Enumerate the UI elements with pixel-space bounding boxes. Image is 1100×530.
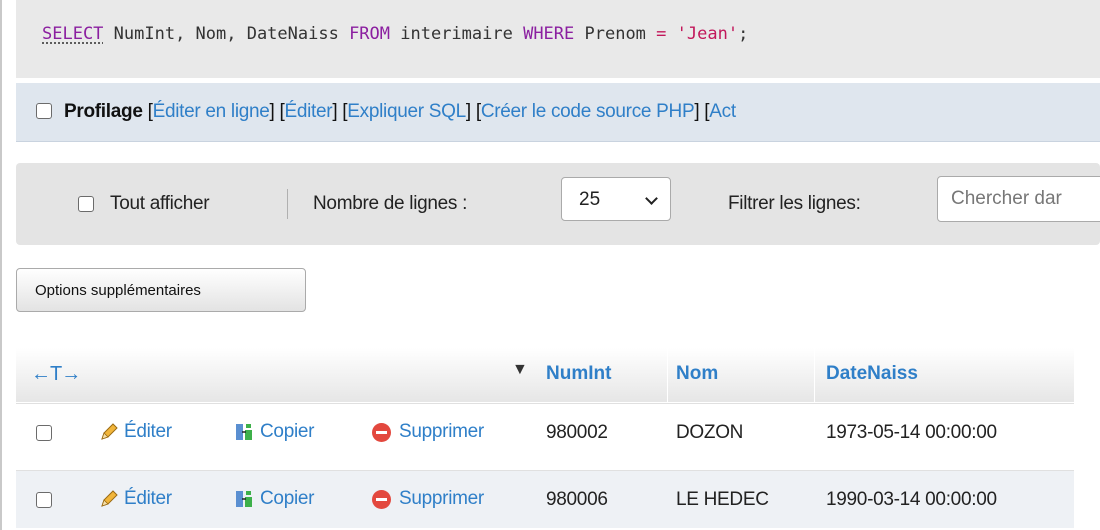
show-all-checkbox[interactable] bbox=[78, 196, 94, 212]
row-edit-action[interactable]: Éditer bbox=[98, 421, 172, 443]
filter-rows-label: Filtrer les lignes: bbox=[728, 193, 861, 214]
delete-icon bbox=[372, 489, 391, 509]
nav-separator bbox=[287, 189, 288, 219]
profiling-checkbox[interactable] bbox=[36, 103, 52, 119]
navigation-bar: Tout afficher Nombre de lignes : 25 Filt… bbox=[16, 163, 1100, 245]
copy-icon bbox=[236, 491, 252, 507]
row-copy-action[interactable]: Copier bbox=[233, 421, 314, 443]
column-header-datenaiss[interactable]: DateNaiss bbox=[826, 363, 918, 385]
sql-operator: = bbox=[656, 24, 667, 44]
chevron-down-icon bbox=[645, 192, 658, 205]
delete-label: Supprimer bbox=[399, 488, 484, 509]
sql-select-keyword[interactable]: SELECT bbox=[42, 24, 103, 44]
sql-query-box: SELECT NumInt, Nom, DateNaiss FROM inter… bbox=[16, 0, 1100, 78]
link-actualiser[interactable]: Act bbox=[709, 101, 736, 122]
link-edit[interactable]: Éditer bbox=[284, 101, 332, 122]
column-divider bbox=[814, 348, 815, 402]
profiling-label: Profilage bbox=[64, 101, 143, 122]
row-checkbox[interactable] bbox=[36, 425, 52, 441]
show-all-label: Tout afficher bbox=[110, 193, 210, 214]
profiling-bar: Profilage [Éditer en ligne] [Éditer] [Ex… bbox=[16, 83, 1100, 142]
sql-where-keyword: WHERE bbox=[523, 24, 575, 44]
delete-icon bbox=[372, 422, 391, 442]
column-header-nom[interactable]: Nom bbox=[676, 363, 718, 385]
column-header-numint[interactable]: NumInt bbox=[546, 363, 611, 385]
cell-numint: 980002 bbox=[546, 422, 608, 443]
cell-numint: 980006 bbox=[546, 489, 608, 510]
copy-label: Copier bbox=[260, 488, 315, 509]
link-create-php[interactable]: Créer le code source PHP bbox=[481, 101, 695, 122]
link-explain-sql[interactable]: Expliquer SQL bbox=[347, 101, 466, 122]
row-delete-action[interactable]: Supprimer bbox=[372, 488, 484, 510]
link-edit-inline[interactable]: Éditer en ligne bbox=[153, 101, 270, 122]
cell-nom: DOZON bbox=[676, 422, 744, 443]
table-row: Éditer Copier Supprimer 980006 LE HEDEC … bbox=[16, 470, 1074, 528]
column-arrows-icon[interactable]: ←T→ bbox=[31, 363, 81, 386]
sql-query-text: SELECT NumInt, Nom, DateNaiss FROM inter… bbox=[42, 24, 748, 44]
rows-count-value: 25 bbox=[579, 189, 601, 210]
copy-icon bbox=[236, 424, 252, 440]
edit-label: Éditer bbox=[124, 488, 172, 509]
delete-label: Supprimer bbox=[399, 421, 484, 442]
row-delete-action[interactable]: Supprimer bbox=[372, 421, 484, 443]
edit-label: Éditer bbox=[124, 421, 172, 442]
rows-count-select[interactable]: 25 bbox=[561, 177, 671, 221]
row-edit-action[interactable]: Éditer bbox=[98, 488, 172, 510]
rows-count-label: Nombre de lignes : bbox=[313, 193, 468, 214]
copy-label: Copier bbox=[260, 421, 315, 442]
show-all-control[interactable]: Tout afficher bbox=[78, 163, 210, 245]
row-checkbox[interactable] bbox=[36, 492, 52, 508]
cell-nom: LE HEDEC bbox=[676, 489, 769, 510]
cell-datenaiss: 1973-05-14 00:00:00 bbox=[826, 422, 997, 443]
sql-end: ; bbox=[738, 24, 749, 44]
sql-field: Prenom bbox=[574, 24, 657, 44]
pencil-icon bbox=[101, 423, 118, 440]
table-header: ←T→ ▼ NumInt Nom DateNaiss bbox=[16, 348, 1074, 402]
sql-table: interimaire bbox=[390, 24, 524, 44]
sort-dropdown-icon[interactable]: ▼ bbox=[512, 361, 528, 379]
table-row: Éditer Copier Supprimer 980002 DOZON 197… bbox=[16, 403, 1074, 461]
extra-options-button[interactable]: Options supplémentaires bbox=[16, 268, 306, 312]
row-copy-action[interactable]: Copier bbox=[233, 488, 314, 510]
pencil-icon bbox=[101, 490, 118, 507]
column-divider bbox=[667, 348, 668, 402]
filter-search-input[interactable]: Chercher dar bbox=[937, 176, 1100, 222]
cell-datenaiss: 1990-03-14 00:00:00 bbox=[826, 489, 997, 510]
sql-columns: NumInt, Nom, DateNaiss bbox=[103, 24, 350, 44]
page-left-border bbox=[0, 0, 2, 530]
sql-from-keyword: FROM bbox=[349, 24, 391, 44]
sql-value: 'Jean' bbox=[676, 24, 739, 44]
